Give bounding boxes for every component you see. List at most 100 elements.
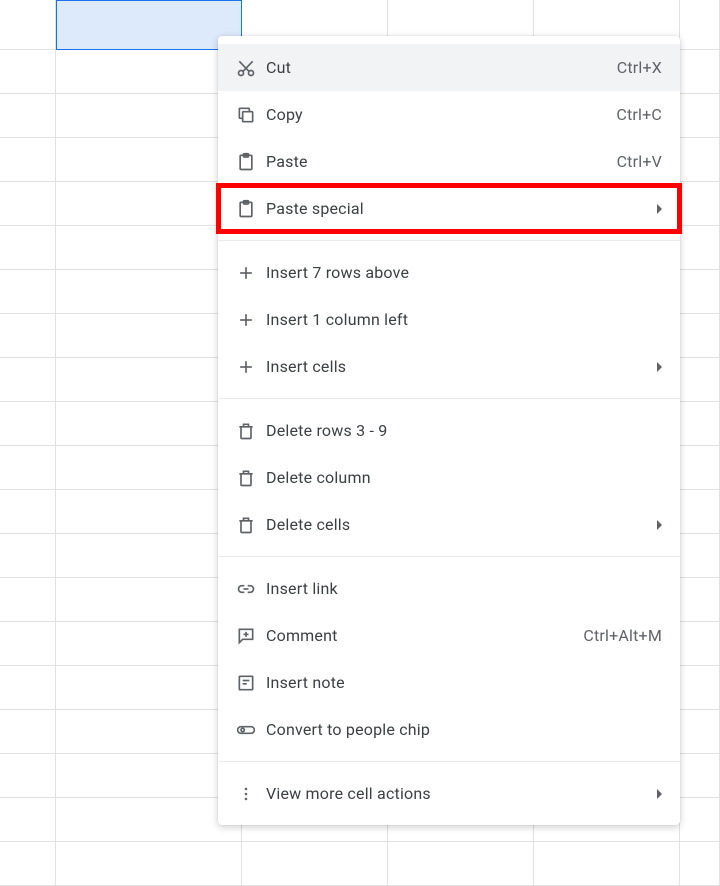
grid-cell[interactable] [680, 94, 720, 138]
grid-cell[interactable] [0, 94, 56, 138]
grid-cell[interactable] [0, 622, 56, 666]
menu-label: Delete cells [266, 515, 649, 534]
grid-cell[interactable] [56, 754, 242, 798]
grid-cell[interactable] [56, 358, 242, 402]
grid-cell[interactable] [0, 138, 56, 182]
grid-cell[interactable] [0, 578, 56, 622]
grid-cell[interactable] [388, 842, 534, 886]
grid-cell[interactable] [242, 842, 388, 886]
grid-cell[interactable] [680, 534, 720, 578]
grid-cell[interactable] [680, 666, 720, 710]
grid-cell[interactable] [0, 798, 56, 842]
grid-cell[interactable] [56, 490, 242, 534]
grid-cell[interactable] [56, 622, 242, 666]
grid-cell[interactable] [680, 270, 720, 314]
menu-shortcut: Ctrl+Alt+M [583, 626, 662, 645]
chevron-right-icon [657, 362, 662, 372]
menu-item-insert-column-left[interactable]: Insert 1 column left [218, 296, 680, 343]
grid-cell[interactable] [0, 666, 56, 710]
menu-divider [218, 240, 680, 241]
grid-cell[interactable] [680, 314, 720, 358]
grid-cell[interactable] [680, 50, 720, 94]
cut-icon [236, 56, 266, 80]
menu-divider [218, 761, 680, 762]
menu-item-paste-special[interactable]: Paste special [218, 185, 680, 232]
menu-label: Convert to people chip [266, 720, 662, 739]
menu-shortcut: Ctrl+V [617, 152, 662, 171]
grid-cell[interactable] [0, 0, 56, 50]
paste-icon [236, 150, 266, 174]
grid-cell[interactable] [0, 710, 56, 754]
menu-item-cut[interactable]: Cut Ctrl+X [218, 44, 680, 91]
grid-cell[interactable] [0, 842, 56, 886]
plus-icon [236, 261, 266, 285]
grid-cell[interactable] [0, 534, 56, 578]
grid-cell[interactable] [680, 710, 720, 754]
grid-cell[interactable] [56, 182, 242, 226]
menu-item-delete-cells[interactable]: Delete cells [218, 501, 680, 548]
grid-cell[interactable] [680, 0, 720, 50]
grid-cell[interactable] [0, 490, 56, 534]
menu-item-insert-cells[interactable]: Insert cells [218, 343, 680, 390]
grid-cell[interactable] [0, 358, 56, 402]
grid-cell[interactable] [680, 138, 720, 182]
grid-cell[interactable] [0, 754, 56, 798]
menu-item-convert-people-chip[interactable]: Convert to people chip [218, 706, 680, 753]
menu-item-copy[interactable]: Copy Ctrl+C [218, 91, 680, 138]
chevron-right-icon [657, 520, 662, 530]
cell-selection[interactable] [56, 0, 242, 50]
grid-cell[interactable] [0, 402, 56, 446]
grid-cell[interactable] [680, 226, 720, 270]
grid-cell[interactable] [56, 798, 242, 842]
menu-item-insert-note[interactable]: Insert note [218, 659, 680, 706]
menu-item-comment[interactable]: Comment Ctrl+Alt+M [218, 612, 680, 659]
trash-icon [236, 466, 266, 490]
grid-cell[interactable] [56, 270, 242, 314]
grid-cell[interactable] [0, 50, 56, 94]
grid-cell[interactable] [534, 842, 680, 886]
grid-cell[interactable] [680, 842, 720, 886]
grid-cell[interactable] [680, 754, 720, 798]
grid-cell[interactable] [680, 622, 720, 666]
note-icon [236, 671, 266, 695]
menu-item-delete-column[interactable]: Delete column [218, 454, 680, 501]
menu-label: Cut [266, 58, 617, 77]
grid-cell[interactable] [56, 842, 242, 886]
menu-item-insert-link[interactable]: Insert link [218, 565, 680, 612]
grid-cell[interactable] [56, 314, 242, 358]
grid-cell[interactable] [0, 226, 56, 270]
menu-item-delete-rows[interactable]: Delete rows 3 - 9 [218, 407, 680, 454]
grid-cell[interactable] [0, 270, 56, 314]
grid-cell[interactable] [56, 138, 242, 182]
grid-cell[interactable] [56, 534, 242, 578]
menu-label: Paste special [266, 199, 649, 218]
chevron-right-icon [657, 204, 662, 214]
grid-cell[interactable] [0, 182, 56, 226]
grid-cell[interactable] [56, 666, 242, 710]
grid-cell[interactable] [56, 578, 242, 622]
grid-cell[interactable] [680, 798, 720, 842]
menu-shortcut: Ctrl+C [616, 105, 662, 124]
menu-item-insert-rows-above[interactable]: Insert 7 rows above [218, 249, 680, 296]
grid-cell[interactable] [680, 446, 720, 490]
menu-item-paste[interactable]: Paste Ctrl+V [218, 138, 680, 185]
grid-cell[interactable] [56, 226, 242, 270]
trash-icon [236, 513, 266, 537]
menu-item-view-more-actions[interactable]: View more cell actions [218, 770, 680, 817]
grid-cell[interactable] [680, 490, 720, 534]
grid-cell[interactable] [56, 94, 242, 138]
grid-cell[interactable] [680, 402, 720, 446]
menu-label: Delete rows 3 - 9 [266, 421, 662, 440]
grid-cell[interactable] [56, 710, 242, 754]
grid-cell[interactable] [56, 402, 242, 446]
grid-cell[interactable] [680, 578, 720, 622]
copy-icon [236, 103, 266, 127]
grid-cell[interactable] [680, 358, 720, 402]
people-chip-icon [236, 718, 266, 742]
grid-cell[interactable] [56, 50, 242, 94]
link-icon [236, 577, 266, 601]
grid-cell[interactable] [680, 182, 720, 226]
grid-cell[interactable] [0, 314, 56, 358]
grid-cell[interactable] [0, 446, 56, 490]
grid-cell[interactable] [56, 446, 242, 490]
